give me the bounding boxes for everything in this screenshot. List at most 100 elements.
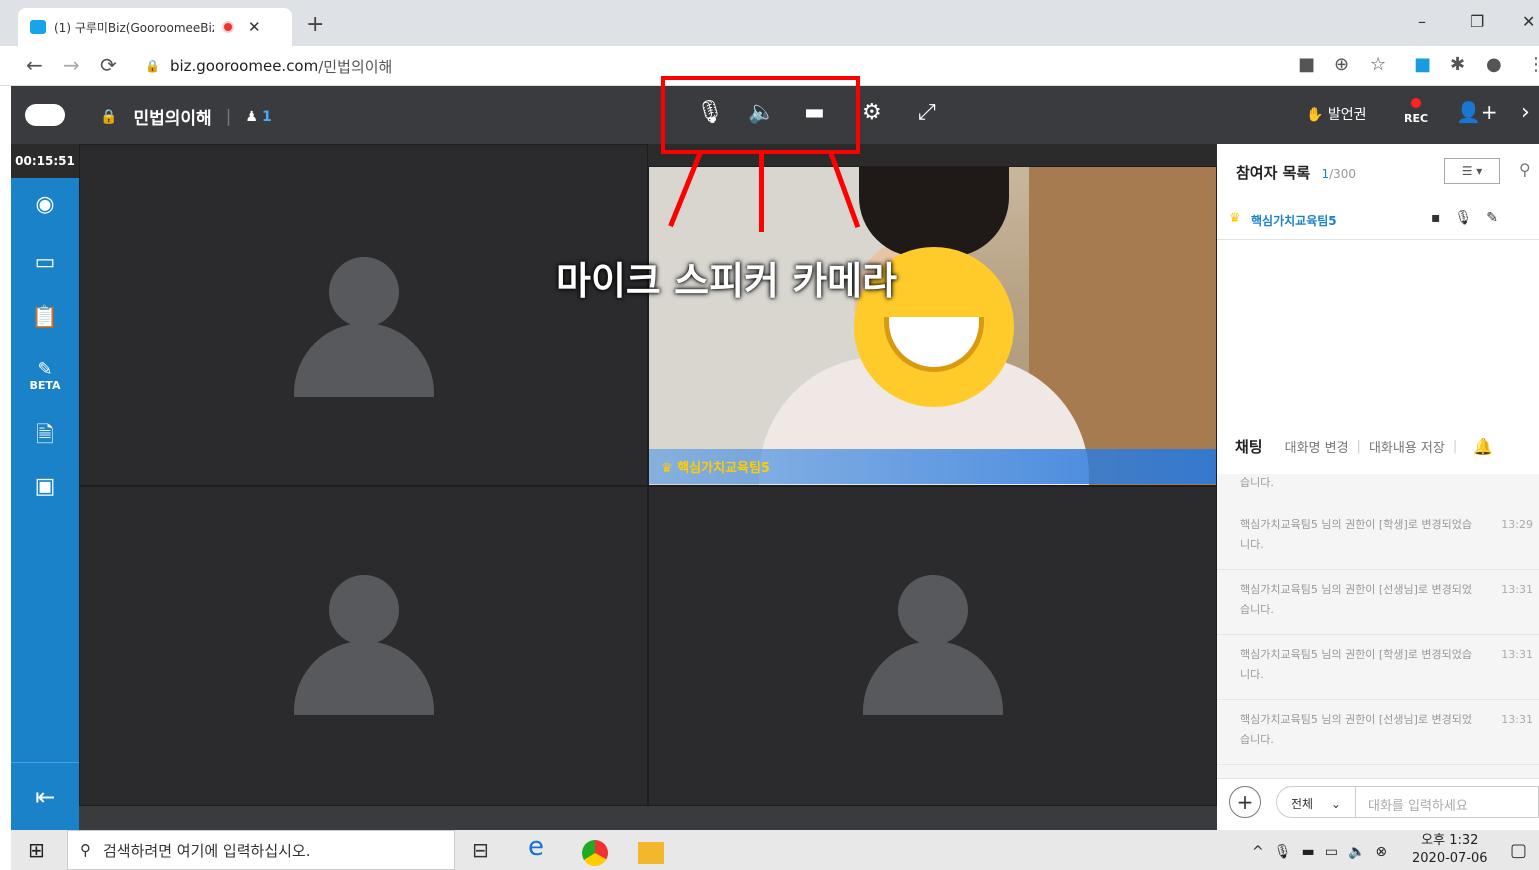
search-icon[interactable]: ⚲ [1519, 160, 1531, 179]
video-name-text: 핵심가치교육팀5 [677, 461, 770, 476]
annotation-box [661, 76, 860, 154]
file-explorer-icon[interactable] [638, 842, 664, 864]
document-clock-icon[interactable]: 🗎 [11, 418, 79, 456]
participants-title-text: 참여자 목록 [1236, 164, 1311, 182]
browser-tab[interactable]: (1) 구루미Biz(GooroomeeBiz ✕ [18, 8, 292, 46]
settings-gear-icon[interactable]: ⚙ [862, 100, 882, 125]
chat-message-text: 핵심가치교육팀5 님의 권한이 [선생님]로 변경되었습니다. [1240, 713, 1472, 746]
camera-permission-icon[interactable]: ■ [1298, 54, 1315, 75]
chat-message-text: 핵심가치교육팀5 님의 권한이 [학생]로 변경되었습니다. [1240, 518, 1472, 551]
reload-icon[interactable]: ⟳ [100, 53, 117, 77]
annotation-line [759, 152, 764, 232]
url-path: /민법의이해 [318, 57, 393, 76]
chat-input[interactable]: 대화를 입력하세요 [1356, 786, 1539, 818]
chat-message: 핵심가치교육팀5 님의 권한이 [학생]로 변경되었습니다. 13:29 [1217, 505, 1539, 570]
tab-close-button[interactable]: ✕ [248, 18, 261, 36]
participant-row[interactable]: ♛ 핵심가치교육팀5 ▪🎙✎ [1217, 200, 1539, 240]
record-button[interactable]: REC [1403, 98, 1429, 125]
video-tile-1[interactable] [79, 144, 648, 486]
profile-icon[interactable]: ● [1486, 54, 1502, 75]
exit-icon[interactable]: ⇤ [11, 762, 79, 830]
video-tile-4[interactable] [648, 486, 1217, 806]
chat-message: 핵심가치교육팀5 님의 권한이 [선생님]로 변경되었습니다. 13:31 [1217, 570, 1539, 635]
extension-icon[interactable]: ■ [1414, 54, 1431, 75]
contact-card-icon[interactable]: ▣ [11, 474, 79, 499]
record-label: REC [1403, 112, 1429, 125]
profile-sidebar-icon[interactable]: ◉ [11, 192, 79, 217]
collapse-panel-icon[interactable]: › [1521, 100, 1530, 125]
taskbar-search[interactable]: ⚲ 검색하려면 여기에 입력하십시오. [67, 830, 455, 870]
notification-icon[interactable]: ▢ [1510, 840, 1527, 861]
board-icon: ✎ [37, 359, 53, 380]
favicon-icon [30, 20, 46, 34]
windows-start-icon[interactable]: ⊞ [28, 838, 45, 862]
install-icon[interactable]: ⊕ [1334, 54, 1349, 75]
speaker-rights-button[interactable]: ✋ 발언권 [1306, 104, 1367, 124]
taskbar-search-placeholder: 검색하려면 여기에 입력하십시오. [103, 841, 311, 860]
forward-icon[interactable]: → [63, 53, 80, 77]
participants-title: 참여자 목록 1/300 [1236, 162, 1356, 183]
chat-message-text: 핵심가치교육팀5 님의 권한이 [선생님]로 변경되었습니다. [1240, 583, 1472, 616]
video-tile-3[interactable] [79, 486, 648, 806]
rename-button[interactable]: 대화명 변경 [1285, 437, 1349, 456]
back-icon[interactable]: ← [26, 53, 43, 77]
speaker-rights-label: 발언권 [1327, 107, 1367, 123]
ie-icon[interactable]: e [528, 832, 544, 862]
participant-count: 1 [261, 108, 272, 125]
chat-message-time: 13:31 [1501, 583, 1533, 596]
avatar-body [863, 641, 1003, 715]
cloud-logo-icon[interactable] [25, 104, 65, 126]
fullscreen-icon[interactable]: ⤢ [918, 100, 936, 125]
participant-controls: ▪🎙✎ [1431, 210, 1512, 226]
session-timer: 00:15:51 [11, 144, 79, 178]
avatar-head [329, 257, 399, 327]
video-tile-active[interactable]: ♛ 핵심가치교육팀5 [648, 166, 1217, 486]
divider: | [225, 106, 232, 127]
search-icon: ⚲ [80, 841, 91, 859]
bookmark-star-icon[interactable]: ☆ [1370, 54, 1386, 75]
save-chat-button[interactable]: 대화내용 저장 [1369, 437, 1445, 456]
participants-count: 1/300 [1321, 167, 1356, 181]
extensions-puzzle-icon[interactable]: ✱ [1450, 54, 1465, 75]
taskbar-time: 오후 1:32 [1421, 833, 1479, 848]
system-tray-icons[interactable]: ^🎙▬▭🔈⊗ [1252, 844, 1397, 860]
participant-name: 핵심가치교육팀5 [1251, 214, 1337, 228]
divider: | [1452, 438, 1458, 454]
room-title: 민법의이해 [133, 109, 212, 129]
add-attachment-button[interactable]: + [1229, 786, 1261, 818]
taskbar-date: 2020-07-06 [1412, 851, 1488, 866]
crown-icon: ♛ [1229, 211, 1241, 226]
lock-icon: 🔒 [145, 59, 160, 73]
taskbar-clock[interactable]: 오후 1:32 2020-07-06 [1412, 832, 1488, 868]
board-beta-button[interactable]: ✎ BETA [11, 356, 79, 392]
chat-scope-value: 전체 [1291, 797, 1314, 811]
chrome-icon[interactable] [582, 840, 608, 866]
window-close-button[interactable]: ✕ [1522, 12, 1535, 31]
menu-dots-icon[interactable]: ⋮ [1527, 54, 1539, 75]
chat-message: 핵심가치교육팀5 님의 권한이 [선생님]로 변경되었습니다. 13:31 [1217, 700, 1539, 765]
avatar-head [898, 575, 968, 645]
avatar-body [294, 641, 434, 715]
clipboard-icon[interactable]: 📋 [11, 305, 79, 330]
bell-icon[interactable]: 🔔 [1473, 437, 1493, 456]
record-dot-icon [1411, 98, 1421, 108]
task-view-icon[interactable]: ⊟ [472, 838, 489, 862]
chevron-down-icon: ⌄ [1330, 797, 1341, 811]
participant-view-select[interactable]: ☰ ▾ [1444, 158, 1500, 184]
person-icon: ♟ [245, 108, 258, 125]
participants-max: /300 [1329, 167, 1357, 181]
screen-share-icon[interactable]: ▭ [11, 250, 79, 275]
recording-icon [222, 21, 234, 33]
restore-button[interactable]: ❐ [1470, 12, 1484, 31]
chat-message: 핵심가치교육팀5 님의 권한이 [학생]로 변경되었습니다. 13:31 [1217, 635, 1539, 700]
chat-scope-select[interactable]: 전체 ⌄ [1276, 786, 1356, 818]
chat-title: 채팅 [1235, 437, 1263, 456]
avatar-head [329, 575, 399, 645]
invite-user-icon[interactable]: 👤+ [1456, 100, 1498, 124]
avatar-body [294, 323, 434, 397]
minimize-button[interactable]: – [1418, 12, 1426, 31]
video-participant-name: ♛ 핵심가치교육팀5 [661, 457, 770, 476]
chat-header: 채팅 대화명 변경 | 대화내용 저장 | 🔔 [1217, 418, 1539, 474]
new-tab-button[interactable]: + [306, 12, 324, 37]
hand-icon: ✋ [1306, 107, 1324, 123]
